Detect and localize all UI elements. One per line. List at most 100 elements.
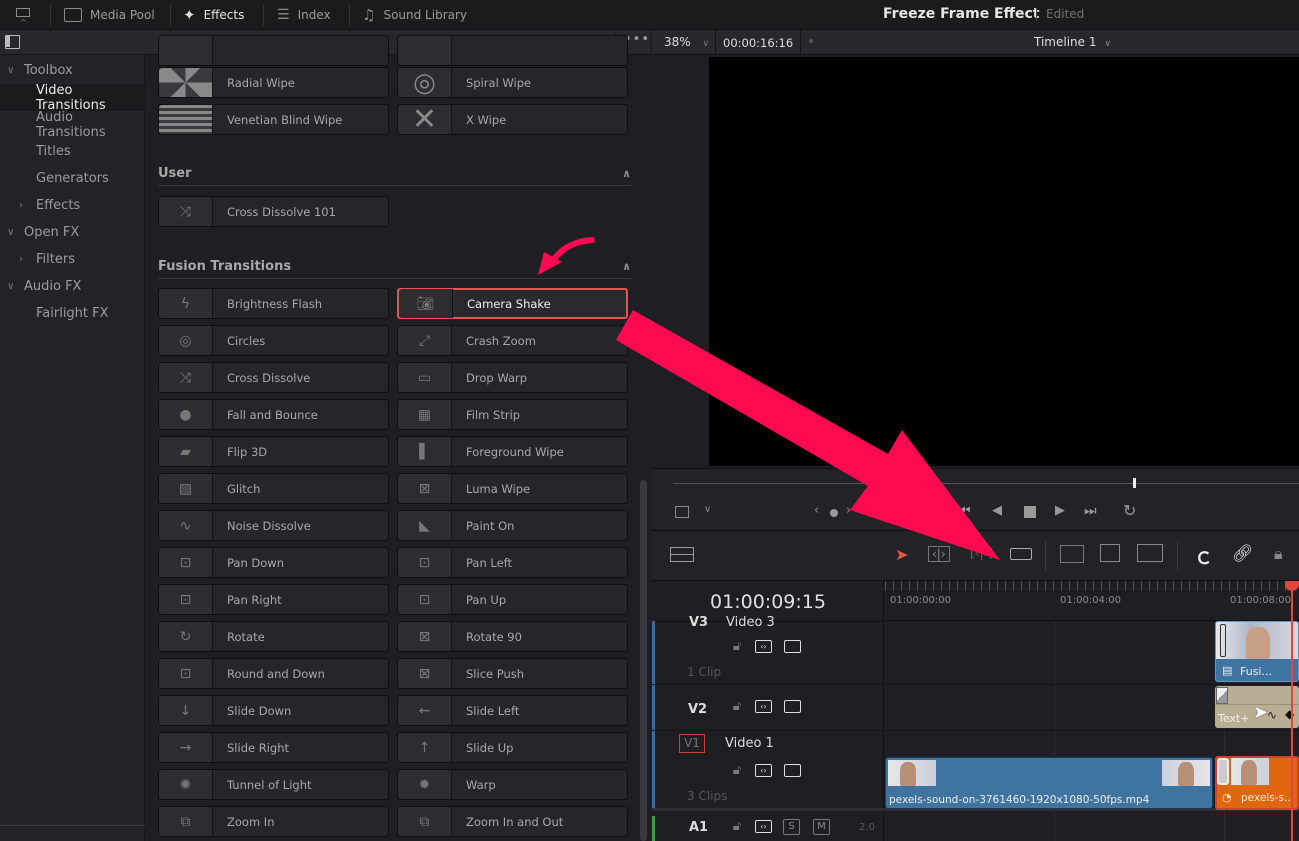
lock-icon[interactable]: 🔓︎ xyxy=(730,639,744,654)
sidebar-item-fairlight-fx[interactable]: Fairlight FX xyxy=(0,300,145,327)
lock-icon[interactable]: 🔓︎ xyxy=(730,763,744,778)
effect-tile-slide-down[interactable]: ↓ Slide Down xyxy=(158,695,389,726)
clip-v1-main[interactable]: pexels-sound-on-3761460-1920x1080-50fps.… xyxy=(885,757,1213,809)
solo-button[interactable]: S xyxy=(783,819,800,835)
sidebar-item-generators[interactable]: Generators xyxy=(0,165,145,192)
effect-tile-slide-left[interactable]: ← Slide Left xyxy=(397,695,628,726)
effect-tile-tunnel-of-light[interactable]: ✺ Tunnel of Light xyxy=(158,769,389,800)
prev-keyframe-icon[interactable]: ‹ xyxy=(814,503,819,518)
keyframe-dot-icon[interactable] xyxy=(830,509,838,517)
linked-selection-icon[interactable]: 🔗︎ xyxy=(1232,544,1254,564)
sidebar-item-open-fx[interactable]: ∨ Open FX xyxy=(0,219,145,246)
effect-tile-warp[interactable]: ✹ Warp xyxy=(397,769,628,800)
snapping-icon[interactable]: Ｃ xyxy=(1195,544,1212,569)
effect-tile-flip-3d[interactable]: ▰ Flip 3D xyxy=(158,436,389,467)
effect-tile-zoom-in-and-out[interactable]: ⧉ Zoom In and Out xyxy=(397,806,628,837)
sidebar-item-audio-fx[interactable]: ∨ Audio FX xyxy=(0,273,145,300)
scrubber-handle[interactable] xyxy=(1133,478,1136,488)
effect-tile-film-strip[interactable]: ▦ Film Strip xyxy=(397,399,628,430)
timeline-selector[interactable]: Timeline 1 ∨ xyxy=(1034,35,1111,49)
sidebar-item-filters[interactable]: › Filters xyxy=(0,246,145,273)
overwrite-clip-icon[interactable] xyxy=(1100,544,1120,562)
clip-v1-second[interactable]: ◔ pexels-s... xyxy=(1215,756,1299,810)
sidebar-toggle-icon[interactable] xyxy=(5,35,20,49)
blade-tool-icon[interactable] xyxy=(1010,548,1032,560)
sidebar-item-audio-transitions[interactable]: Audio Transitions xyxy=(0,110,145,140)
effect-tile-glitch[interactable]: ▧ Glitch xyxy=(158,473,389,504)
lock-icon[interactable]: 🔓︎ xyxy=(730,819,744,834)
dynamic-trim-icon[interactable]: [‹|›] xyxy=(970,546,993,560)
skip-to-end-icon[interactable]: ⏭ xyxy=(1084,503,1097,519)
effect-tile-circles[interactable]: ◎ Circles xyxy=(158,325,389,356)
insert-clip-icon[interactable] xyxy=(1060,545,1084,563)
trim-tool-icon[interactable]: ‹|› xyxy=(928,546,950,562)
effect-tile-drop-warp[interactable]: ▭ Drop Warp xyxy=(397,362,628,393)
effect-tile-foreground-wipe[interactable]: ▌ Foreground Wipe xyxy=(397,436,628,467)
effect-tile-round-and-down[interactable]: ⊡ Round and Down xyxy=(158,658,389,689)
effect-tile-cross-dissolve-101[interactable]: ⤨ Cross Dissolve 101 xyxy=(158,196,389,227)
section-header-fusion-transitions[interactable]: Fusion Transitions ∧ xyxy=(158,255,631,279)
effect-tile-brightness-flash[interactable]: ϟ Brightness Flash xyxy=(158,288,389,319)
effect-tile-spiral-wipe[interactable]: ◎ Spiral Wipe xyxy=(397,67,628,98)
play-reverse-icon[interactable]: ◀ xyxy=(992,503,1002,518)
selection-tool-icon[interactable]: ➤ xyxy=(895,545,908,564)
panel-toggle-button[interactable]: ^ xyxy=(14,0,32,30)
position-lock-icon[interactable]: 🔒︎ xyxy=(1274,544,1283,564)
effect-tile-fall-and-bounce[interactable]: ● Fall and Bounce xyxy=(158,399,389,430)
sidebar-item-toolbox[interactable]: ∨ Toolbox xyxy=(0,57,145,84)
effect-tile-luma-wipe[interactable]: ⊠ Luma Wipe xyxy=(397,473,628,504)
lock-icon[interactable]: 🔓︎ xyxy=(730,699,744,714)
auto-select-icon[interactable]: ‹› xyxy=(755,700,772,713)
playhead[interactable] xyxy=(1291,581,1293,841)
track-destination-v1[interactable]: V1 xyxy=(679,734,705,753)
scrubber-track[interactable] xyxy=(673,483,1299,484)
effect-tile-cross-dissolve[interactable]: ⤨ Cross Dissolve xyxy=(158,362,389,393)
effect-tile-zoom-in[interactable]: ⧉ Zoom In xyxy=(158,806,389,837)
effect-tile-radial-wipe[interactable]: Radial Wipe xyxy=(158,67,389,98)
sidebar-item-effects[interactable]: › Effects xyxy=(0,192,145,219)
skip-to-start-icon[interactable]: ⏮ xyxy=(958,503,971,519)
effect-tile-pan-left[interactable]: ⊡ Pan Left xyxy=(397,547,628,578)
zoom-dropdown[interactable]: 38% ∨ xyxy=(664,35,709,49)
chevron-down-icon[interactable]: ∨ xyxy=(704,504,711,515)
track-visibility-icon[interactable] xyxy=(784,700,801,713)
mute-button[interactable]: M xyxy=(813,819,830,835)
effect-tile-paint-on[interactable]: ◣ Paint On xyxy=(397,510,628,541)
effect-tile-slice-push[interactable]: ⊠ Slice Push xyxy=(397,658,628,689)
effect-tile-venetian-blind-wipe[interactable]: Venetian Blind Wipe xyxy=(158,104,389,135)
effect-tile[interactable] xyxy=(158,35,389,66)
effect-tile-rotate[interactable]: ↻ Rotate xyxy=(158,621,389,652)
effect-tile-pan-right[interactable]: ⊡ Pan Right xyxy=(158,584,389,615)
auto-select-icon[interactable]: ‹› xyxy=(755,820,772,833)
effect-tile[interactable] xyxy=(397,35,628,66)
tab-media-pool[interactable]: Media Pool xyxy=(64,0,155,30)
chevron-up-icon[interactable]: ∧ xyxy=(622,260,631,273)
tab-sound-library[interactable]: ♫ Sound Library xyxy=(362,0,467,30)
timeline-ruler[interactable]: 01:00:00:00 01:00:04:00 01:00:08:00 xyxy=(885,581,1299,621)
timeline-view-options-icon[interactable] xyxy=(670,547,694,562)
tab-index[interactable]: ☰ Index xyxy=(277,0,331,30)
effect-tile-camera-shake[interactable]: 📷︎ Camera Shake xyxy=(397,288,628,319)
clip-v3-fusion[interactable]: ▤ Fusi... xyxy=(1215,621,1299,682)
crop-icon[interactable] xyxy=(675,506,689,518)
auto-select-icon[interactable]: ‹› xyxy=(755,640,772,653)
play-icon[interactable]: ▶ xyxy=(1055,503,1065,518)
effect-tile-slide-up[interactable]: ↑ Slide Up xyxy=(397,732,628,763)
chevron-up-icon[interactable]: ∧ xyxy=(622,167,631,180)
tab-effects[interactable]: ✦ Effects xyxy=(183,0,244,30)
next-keyframe-icon[interactable]: › xyxy=(846,503,851,518)
effect-tile-rotate-90[interactable]: ⊠ Rotate 90 xyxy=(397,621,628,652)
effect-tile-pan-up[interactable]: ⊡ Pan Up xyxy=(397,584,628,615)
sidebar-item-titles[interactable]: Titles xyxy=(0,138,145,165)
effects-scrollbar[interactable] xyxy=(640,480,647,841)
effect-tile-slide-right[interactable]: → Slide Right xyxy=(158,732,389,763)
sidebar-item-video-transitions[interactable]: Video Transitions xyxy=(0,83,145,113)
loop-icon[interactable]: ↻ xyxy=(1123,501,1136,520)
track-visibility-icon[interactable] xyxy=(784,764,801,777)
effect-tile-x-wipe[interactable]: ✕ X Wipe xyxy=(397,104,628,135)
stop-icon[interactable] xyxy=(1024,506,1036,518)
section-header-user[interactable]: User ∧ xyxy=(158,162,631,186)
effect-tile-noise-dissolve[interactable]: ∿ Noise Dissolve xyxy=(158,510,389,541)
effect-tile-pan-down[interactable]: ⊡ Pan Down xyxy=(158,547,389,578)
auto-select-icon[interactable]: ‹› xyxy=(755,764,772,777)
